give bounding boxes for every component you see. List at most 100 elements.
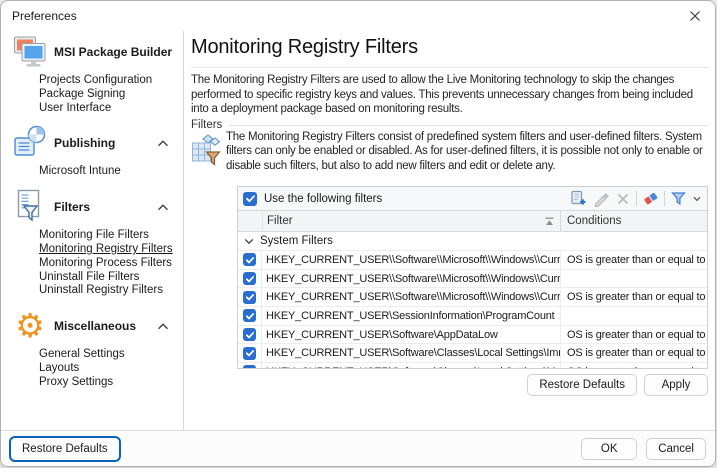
ok-button[interactable]: OK	[581, 438, 637, 460]
sidebar-group-items: Monitoring File FiltersMonitoring Regist…	[1, 226, 183, 307]
sidebar-item[interactable]: Monitoring Process Filters	[39, 257, 183, 271]
sidebar-item[interactable]: Layouts	[39, 362, 183, 376]
sidebar-item[interactable]: Package Signing	[39, 88, 183, 102]
apply-button[interactable]: Apply	[644, 374, 708, 396]
page-description: The Monitoring Registry Filters are used…	[191, 73, 708, 117]
filter-cell: HKEY_CURRENT_USER\Software\AppDataLow	[262, 329, 560, 341]
funnel-filter-icon	[671, 191, 686, 206]
sidebar-item[interactable]: Uninstall Registry Filters	[39, 284, 183, 298]
sidebar-item[interactable]: User Interface	[39, 102, 183, 116]
filters-table: Use the following filters	[237, 186, 708, 369]
gear-icon: ⚙	[11, 308, 49, 344]
row-checkbox[interactable]	[238, 307, 262, 325]
sidebar-group-label: Miscellaneous	[54, 319, 157, 333]
monitors-icon	[11, 34, 49, 70]
conditions-cell: OS is greater than or equal to W	[560, 251, 707, 269]
sidebar-group-items: General SettingsLayoutsProxy Settings	[1, 345, 183, 398]
titlebar: Preferences	[1, 1, 715, 31]
column-header-filter[interactable]: Filter	[262, 211, 560, 231]
filter-cell: HKEY_CURRENT_USER\Software\Classes\Local…	[262, 347, 560, 359]
sidebar-group-publishing[interactable]: Publishing	[1, 124, 183, 162]
filter-cell: HKEY_CURRENT_USER\Software\Classes\Local…	[262, 366, 560, 368]
filters-info: The Monitoring Registry Filters consist …	[191, 130, 707, 173]
sidebar-item[interactable]: Proxy Settings	[39, 376, 183, 390]
sidebar-item[interactable]: Uninstall File Filters	[39, 271, 183, 285]
column-header-conditions[interactable]: Conditions	[560, 211, 707, 231]
publish-globe-icon	[11, 125, 49, 161]
row-checkbox[interactable]	[238, 344, 262, 362]
row-checkbox[interactable]	[238, 251, 262, 269]
table-row[interactable]: HKEY_CURRENT_USER\\Software\\Microsoft\\…	[238, 251, 707, 270]
table-row[interactable]: HKEY_CURRENT_USER\\Software\\Microsoft\\…	[238, 288, 707, 307]
group-row-system-filters[interactable]: System Filters	[238, 232, 707, 251]
cancel-button[interactable]: Cancel	[646, 438, 706, 460]
delete-filter-button[interactable]	[614, 190, 631, 207]
sidebar-item[interactable]: General Settings	[39, 348, 183, 362]
sidebar: MSI Package Builder Projects Configurati…	[1, 31, 184, 430]
restore-defaults-footer-button[interactable]: Restore Defaults	[10, 437, 120, 461]
filter-cell: HKEY_CURRENT_USER\\Software\\Microsoft\\…	[262, 291, 560, 303]
table-row[interactable]: HKEY_CURRENT_USER\Software\Classes\Local…	[238, 344, 707, 363]
table-column-headers: Filter Conditions	[238, 211, 707, 232]
conditions-cell	[560, 270, 707, 288]
table-rows: HKEY_CURRENT_USER\\Software\\Microsoft\\…	[238, 251, 707, 368]
add-filter-button[interactable]	[570, 190, 587, 207]
erase-filters-button[interactable]	[642, 190, 659, 207]
chevron-up-icon	[157, 139, 169, 148]
table-row[interactable]: HKEY_CURRENT_USER\SessionInformation\Pro…	[238, 307, 707, 326]
add-filter-icon	[570, 190, 587, 207]
chevron-up-icon	[157, 203, 169, 212]
row-checkbox[interactable]	[238, 288, 262, 306]
filter-cell: HKEY_CURRENT_USER\SessionInformation\Pro…	[262, 310, 560, 322]
restore-defaults-button[interactable]: Restore Defaults	[527, 374, 637, 396]
dialog-footer: Restore Defaults OK Cancel	[1, 430, 715, 466]
eraser-icon	[642, 190, 659, 207]
sidebar-group-msi-package-builder[interactable]: MSI Package Builder	[1, 33, 183, 71]
filter-menu-button[interactable]	[670, 190, 687, 207]
filters-section-description: The Monitoring Registry Filters consist …	[226, 130, 707, 173]
sort-ascending-icon	[544, 217, 555, 226]
conditions-cell	[560, 307, 707, 325]
sidebar-group-label: MSI Package Builder	[54, 45, 172, 59]
filter-menu-dropdown[interactable]	[692, 190, 702, 207]
sidebar-group-filters[interactable]: Filters	[1, 188, 183, 226]
chevron-up-icon	[157, 322, 169, 331]
group-label: System Filters	[260, 235, 333, 247]
filter-cell: HKEY_CURRENT_USER\\Software\\Microsoft\\…	[262, 273, 560, 285]
table-row[interactable]: HKEY_CURRENT_USER\Software\Classes\Local…	[238, 363, 707, 368]
toolbar-separator	[664, 191, 665, 206]
row-checkbox[interactable]	[238, 363, 262, 368]
registry-filter-icon	[191, 133, 221, 167]
settings-page: Monitoring Registry Filters The Monitori…	[184, 31, 715, 430]
table-row[interactable]: HKEY_CURRENT_USER\\Software\\Microsoft\\…	[238, 270, 707, 289]
conditions-cell: OS is greater than or equal to W	[560, 326, 707, 344]
sidebar-group-items: Microsoft Intune	[1, 162, 183, 188]
conditions-cell: OS is greater than or equal to W	[560, 363, 707, 368]
title-divider	[191, 67, 708, 68]
chevron-down-icon	[693, 196, 701, 202]
edit-filter-button[interactable]	[592, 190, 609, 207]
sidebar-item[interactable]: Microsoft Intune	[39, 165, 183, 179]
panel-buttons: Restore Defaults Apply	[527, 374, 708, 396]
window-title: Preferences	[12, 9, 77, 23]
sidebar-item[interactable]: Monitoring Registry Filters	[39, 243, 183, 257]
sidebar-group-label: Filters	[54, 200, 157, 214]
sidebar-group-label: Publishing	[54, 136, 157, 150]
conditions-cell: OS is greater than or equal to W	[560, 344, 707, 362]
table-row[interactable]: HKEY_CURRENT_USER\Software\AppDataLow OS…	[238, 326, 707, 345]
use-filters-checkbox[interactable]	[243, 192, 257, 206]
document-funnel-icon	[11, 189, 49, 225]
row-checkbox[interactable]	[238, 326, 262, 344]
row-checkbox[interactable]	[238, 270, 262, 288]
table-toolbar: Use the following filters	[238, 187, 707, 211]
sidebar-item[interactable]: Projects Configuration	[39, 74, 183, 88]
toolbar-separator	[636, 191, 637, 206]
sidebar-group-miscellaneous[interactable]: ⚙ Miscellaneous	[1, 307, 183, 345]
page-title: Monitoring Registry Filters	[191, 36, 418, 59]
filter-cell: HKEY_CURRENT_USER\\Software\\Microsoft\\…	[262, 254, 560, 266]
sidebar-item[interactable]: Monitoring File Filters	[39, 229, 183, 243]
close-icon	[689, 10, 701, 22]
close-button[interactable]	[683, 5, 707, 27]
delete-filter-icon	[616, 192, 630, 206]
preferences-dialog: Preferences MSI Package Builder	[0, 0, 716, 467]
